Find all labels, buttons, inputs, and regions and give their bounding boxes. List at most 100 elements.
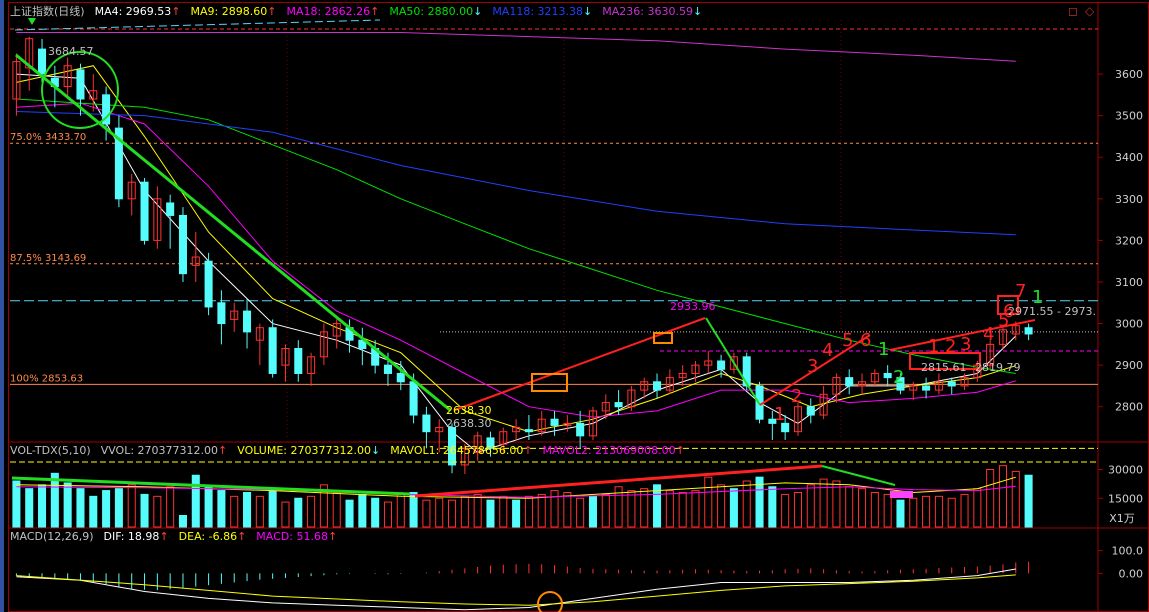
volume-bar xyxy=(204,486,213,528)
candle-body xyxy=(409,381,418,416)
ma9-line xyxy=(16,65,1016,433)
volume-tick-label: 30000 xyxy=(1108,464,1143,477)
options-icon[interactable]: ◇ xyxy=(1085,4,1094,18)
volume-bar xyxy=(114,488,123,528)
volume-bar xyxy=(665,490,674,528)
volume-bar xyxy=(166,486,175,528)
wave-count-red: 7 xyxy=(1015,281,1026,302)
macd-panel[interactable] xyxy=(15,561,1030,612)
price-tick-label: 3400 xyxy=(1115,151,1143,164)
volume-bar xyxy=(76,488,85,528)
legend-arrow: ↑ xyxy=(523,444,533,457)
peak-label: 2933.96 xyxy=(670,300,716,313)
candle-body xyxy=(38,48,47,75)
volume-bar xyxy=(934,495,943,528)
candle-body xyxy=(1024,327,1033,335)
volume-bar xyxy=(793,492,802,528)
volume-legend: VVOL: 270377312.00↑ VOLUME: 270377312.00↓… xyxy=(101,444,685,458)
legend-arrow: ↑ xyxy=(370,5,380,18)
volume-bar xyxy=(729,488,738,528)
moving-averages xyxy=(16,32,1017,454)
volume-tick-label: 15000 xyxy=(1108,492,1143,505)
volume-bar xyxy=(153,495,162,528)
candle-body xyxy=(845,377,854,387)
price-header: 上证指数(日线) MA4: 2969.53↑ MA9: 2898.60↑ MA18:… xyxy=(10,5,702,19)
ma4-line xyxy=(16,73,1017,454)
volume-bar xyxy=(38,484,47,528)
candle-body xyxy=(383,364,392,374)
volume-bar xyxy=(409,492,418,528)
candle-body xyxy=(204,260,213,308)
price-tick-label: 3500 xyxy=(1115,110,1143,123)
range-label: 2971.55 - 2973. xyxy=(1008,305,1096,318)
fib-label: 100% 2853.63 xyxy=(10,373,83,384)
price-tick-label: 2900 xyxy=(1115,359,1143,372)
volume-bar xyxy=(499,495,508,528)
volume-bar xyxy=(25,488,34,528)
wave-count-red: 4 xyxy=(822,340,833,361)
price-tick-label: 3200 xyxy=(1115,234,1143,247)
candle-body xyxy=(883,372,892,379)
volume-series-name: VOL-TDX(5,10) xyxy=(10,444,91,457)
volume-bar xyxy=(473,493,482,528)
legend-item: MACD: 51.68↑ xyxy=(256,530,338,543)
legend-arrow: ↑ xyxy=(171,5,181,18)
ma118-line xyxy=(16,111,1016,236)
legend-arrow: ↓ xyxy=(473,5,483,18)
volume-header: VOL-TDX(5,10) VVOL: 270377312.00↑ VOLUME:… xyxy=(10,444,685,458)
volume-bar xyxy=(268,490,277,528)
volume-bar xyxy=(217,490,226,528)
price-tick-label: 2800 xyxy=(1115,401,1143,414)
macd-highlight-circle xyxy=(537,591,563,612)
green-arrow-icon xyxy=(28,18,36,25)
legend-item: MA50: 2880.00↓ xyxy=(389,5,483,18)
wave-count-red: 5 xyxy=(842,330,853,351)
low-label: 2638.30 xyxy=(446,417,492,430)
ma18-line xyxy=(16,102,1016,418)
legend-arrow: ↑ xyxy=(675,444,685,457)
legend-item: MA4: 2969.53↑ xyxy=(94,5,181,18)
restore-icon[interactable]: ◻ xyxy=(1068,4,1078,18)
chart-frame xyxy=(0,0,1149,612)
wave-count-red: 2 xyxy=(945,336,956,357)
legend-arrow: ↑ xyxy=(267,5,277,18)
volume-bar xyxy=(973,488,982,528)
low-label: 2638.30 xyxy=(446,404,492,417)
volume-bar xyxy=(358,493,367,528)
macd-header: MACD(12,26,9) DIF: 18.98↑ DEA: -6.86↑ MACD… xyxy=(10,530,337,544)
volume-bar xyxy=(281,501,290,528)
volume-bar xyxy=(704,476,713,528)
volume-bar xyxy=(255,495,264,528)
wave-count-red: 4 xyxy=(983,324,994,345)
support-label: 2815.61 xyxy=(921,361,967,374)
candle-body xyxy=(178,214,187,275)
wave-count-red: 1 xyxy=(928,336,939,357)
volume-bar xyxy=(230,495,239,528)
volume-bar xyxy=(307,495,316,528)
volume-bar xyxy=(678,492,687,528)
dea-line xyxy=(16,574,1016,606)
price-tick-label: 3000 xyxy=(1115,318,1143,331)
candle-body xyxy=(268,327,277,374)
volume-bar xyxy=(832,480,841,528)
volume-bar xyxy=(858,488,867,528)
macd-series-name: MACD(12,26,9) xyxy=(10,530,94,543)
wave-count-green: 1 xyxy=(1032,287,1043,308)
fib-label: 75.0% 3433.70 xyxy=(10,132,86,143)
support-label: 2819.79 xyxy=(975,361,1021,374)
wave-count-green: 1 xyxy=(878,339,889,360)
volume-bar xyxy=(512,499,521,528)
volume-bar xyxy=(294,497,303,528)
dif-line xyxy=(16,568,1016,611)
volume-bar xyxy=(460,495,469,528)
volume-bar xyxy=(537,493,546,528)
candle-body xyxy=(422,414,431,433)
volume-bar xyxy=(1024,474,1033,528)
price-series-name: 上证指数(日线) xyxy=(10,5,85,18)
volume-bar xyxy=(909,497,918,528)
candlesticks[interactable] xyxy=(12,36,1033,474)
volume-bar xyxy=(435,497,444,528)
volume-panel[interactable] xyxy=(10,461,1098,528)
candle-body xyxy=(653,381,662,391)
legend-arrow: ↑ xyxy=(159,530,169,543)
